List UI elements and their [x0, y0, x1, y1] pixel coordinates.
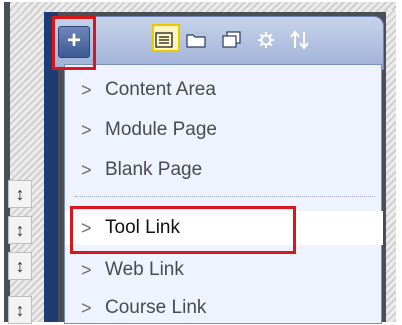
- add-menu-dropdown: > Content Area > Module Page > Blank Pag…: [64, 64, 383, 325]
- menu-item-label: Module Page: [105, 119, 217, 140]
- drag-handle-icon[interactable]: ↕: [8, 216, 32, 244]
- menu-item-label: Content Area: [105, 79, 216, 100]
- drag-handle-icon[interactable]: ↕: [8, 252, 32, 280]
- chevron-right-icon: >: [81, 297, 92, 318]
- menu-item-label: Course Link: [105, 297, 207, 318]
- pages-icon[interactable]: [220, 28, 244, 52]
- sort-icon[interactable]: [288, 28, 312, 52]
- menu-item-module-page[interactable]: > Module Page: [65, 113, 383, 147]
- chevron-right-icon: >: [81, 259, 92, 280]
- chevron-right-icon: >: [81, 119, 92, 140]
- menu-item-course-link[interactable]: > Course Link: [65, 291, 383, 325]
- gear-icon[interactable]: [254, 28, 278, 52]
- folder-icon[interactable]: [184, 28, 208, 52]
- menu-separator: [75, 196, 375, 197]
- list-icon: [152, 28, 176, 52]
- highlight-add-button-outline: [52, 16, 96, 70]
- menu-item-content-area[interactable]: > Content Area: [65, 73, 383, 107]
- chevron-right-icon: >: [81, 159, 92, 180]
- hatch-right: [386, 10, 396, 322]
- highlight-tool-link-outline: [70, 206, 296, 254]
- menu-item-label: Blank Page: [105, 159, 203, 180]
- chevron-right-icon: >: [81, 79, 92, 100]
- menu-item-blank-page[interactable]: > Blank Page: [65, 153, 383, 187]
- hatch-top: [10, 2, 396, 12]
- course-menu-toolbar: [52, 16, 384, 70]
- drag-handle-icon[interactable]: ↕: [8, 180, 32, 208]
- menu-item-label: Web Link: [105, 259, 184, 280]
- drag-handle-icon[interactable]: ↕: [8, 296, 32, 324]
- menu-item-web-link[interactable]: > Web Link: [65, 253, 383, 287]
